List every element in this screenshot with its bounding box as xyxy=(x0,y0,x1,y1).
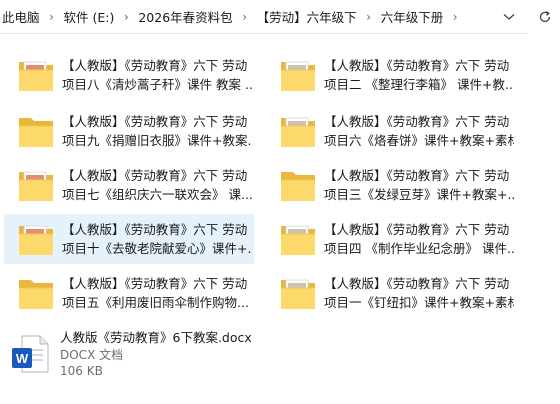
document-size: 106 KB xyxy=(60,364,103,378)
word-document-item[interactable]: W 人教版《劳动教育》6下教案.docx DOCX 文档 106 KB xyxy=(0,326,260,382)
folder-name-line-1: 【人教版】《劳动教育》六下 劳动 xyxy=(324,58,510,73)
folder-item[interactable]: 【人教版】《劳动教育》六下 劳动 项目七《组织庆六一联欢会》 课... xyxy=(4,160,254,210)
folder-name: 【人教版】《劳动教育》六下 劳动 项目八《清炒蒿子秆》课件 教案 ... xyxy=(62,56,252,94)
folder-item[interactable]: 【人教版】《劳动教育》六下 劳动 项目五《利用废旧雨伞制作购物... xyxy=(4,268,254,318)
chevron-right-icon[interactable]: › xyxy=(42,10,62,24)
folder-name-line-2: 项目五《利用废旧雨伞制作购物... xyxy=(62,295,249,310)
folder-name: 【人教版】《劳动教育》六下 劳动 项目三《发绿豆芽》课件+教案+... xyxy=(324,166,514,204)
folder-item[interactable]: 【人教版】《劳动教育》六下 劳动 项目一《钉纽扣》课件+教案+素材 xyxy=(266,268,516,318)
folder-name: 【人教版】《劳动教育》六下 劳动 项目九《捐赠旧衣服》课件+教案... xyxy=(62,112,252,150)
folder-icon xyxy=(281,172,315,201)
chevron-right-icon[interactable]: › xyxy=(116,10,136,24)
chevron-right-icon[interactable]: › xyxy=(445,10,465,24)
folder-name-line-1: 【人教版】《劳动教育》六下 劳动 xyxy=(324,114,510,129)
folder-item[interactable]: 【人教版】《劳动教育》六下 劳动 项目十《去敬老院献爱心》课件+... xyxy=(4,214,254,264)
folder-name-line-1: 【人教版】《劳动教育》六下 劳动 xyxy=(324,222,510,237)
folder-item[interactable]: 【人教版】《劳动教育》六下 劳动 项目四 《制作毕业纪念册》 课件... xyxy=(266,214,516,264)
folder-icon xyxy=(281,225,315,255)
folder-name-line-1: 【人教版】《劳动教育》六下 劳动 xyxy=(62,276,248,291)
folder-name-line-2: 项目六《烙春饼》课件+教案+素材 xyxy=(324,133,514,148)
folder-name-line-2: 项目八《清炒蒿子秆》课件 教案 ... xyxy=(62,77,252,92)
folder-name: 【人教版】《劳动教育》六下 劳动 项目六《烙春饼》课件+教案+素材 xyxy=(324,112,514,150)
folder-name: 【人教版】《劳动教育》六下 劳动 项目七《组织庆六一联欢会》 课... xyxy=(62,166,252,204)
folder-item[interactable]: 【人教版】《劳动教育》六下 劳动 项目六《烙春饼》课件+教案+素材 xyxy=(266,106,516,156)
folder-name: 【人教版】《劳动教育》六下 劳动 项目五《利用废旧雨伞制作购物... xyxy=(62,274,252,312)
folder-name-line-1: 【人教版】《劳动教育》六下 劳动 xyxy=(62,114,248,129)
folder-icon xyxy=(19,171,53,201)
folder-name-line-2: 项目一《钉纽扣》课件+教案+素材 xyxy=(324,295,514,310)
folder-icon xyxy=(281,61,315,91)
breadcrumb-this-pc[interactable]: 此电脑 xyxy=(0,7,42,26)
folder-item[interactable]: 【人教版】《劳动教育》六下 劳动 项目三《发绿豆芽》课件+教案+... xyxy=(266,160,516,210)
folder-name-line-2: 项目七《组织庆六一联欢会》 课... xyxy=(62,187,252,202)
chevron-down-icon xyxy=(503,13,515,20)
folder-name: 【人教版】《劳动教育》六下 劳动 项目十《去敬老院献爱心》课件+... xyxy=(62,220,252,258)
breadcrumb: 此电脑 › 软件 (E:) › 2026年春资料包 › 【劳动】六年级下 › 六… xyxy=(0,0,465,33)
folder-name: 【人教版】《劳动教育》六下 劳动 项目四 《制作毕业纪念册》 课件... xyxy=(324,220,514,258)
breadcrumb-drive[interactable]: 软件 (E:) xyxy=(62,7,117,26)
word-document-icon: W xyxy=(12,335,49,373)
folder-icon xyxy=(19,225,53,255)
breadcrumb-folder-3[interactable]: 六年级下册 xyxy=(379,7,446,26)
folder-name-line-1: 【人教版】《劳动教育》六下 劳动 xyxy=(324,276,510,291)
folder-icon xyxy=(19,61,53,91)
folder-name-line-2: 项目十《去敬老院献爱心》课件+... xyxy=(62,241,252,256)
folder-icon xyxy=(281,279,315,309)
breadcrumb-folder-2[interactable]: 【劳动】六年级下 xyxy=(255,7,359,26)
folder-name: 【人教版】《劳动教育》六下 劳动 项目二 《整理行李箱》 课件+教... xyxy=(324,56,514,94)
chevron-right-icon[interactable]: › xyxy=(235,10,255,24)
folder-name-line-1: 【人教版】《劳动教育》六下 劳动 xyxy=(62,222,248,237)
folder-icon xyxy=(281,117,315,147)
address-bar[interactable]: 此电脑 › 软件 (E:) › 2026年春资料包 › 【劳动】六年级下 › 六… xyxy=(0,0,528,34)
svg-text:W: W xyxy=(16,351,29,366)
folder-item[interactable]: 【人教版】《劳动教育》六下 劳动 项目八《清炒蒿子秆》课件 教案 ... xyxy=(4,50,254,100)
folder-name-line-2: 项目三《发绿豆芽》课件+教案+... xyxy=(324,187,514,202)
folder-item[interactable]: 【人教版】《劳动教育》六下 劳动 项目二 《整理行李箱》 课件+教... xyxy=(266,50,516,100)
folder-item[interactable]: 【人教版】《劳动教育》六下 劳动 项目九《捐赠旧衣服》课件+教案... xyxy=(4,106,254,156)
document-name: 人教版《劳动教育》6下教案.docx xyxy=(60,330,252,345)
folder-name-line-2: 项目四 《制作毕业纪念册》 课件... xyxy=(324,241,514,256)
refresh-button[interactable] xyxy=(530,0,560,33)
folder-name-line-2: 项目九《捐赠旧衣服》课件+教案... xyxy=(62,133,252,148)
breadcrumb-folder-1[interactable]: 2026年春资料包 xyxy=(136,7,234,26)
document-type: DOCX 文档 xyxy=(60,348,124,362)
folder-icon xyxy=(19,118,53,147)
refresh-icon xyxy=(539,10,551,22)
chevron-right-icon[interactable]: › xyxy=(359,10,379,24)
folder-name: 【人教版】《劳动教育》六下 劳动 项目一《钉纽扣》课件+教案+素材 xyxy=(324,274,514,312)
folder-icon xyxy=(19,280,53,309)
folder-name-line-2: 项目二 《整理行李箱》 课件+教... xyxy=(324,77,514,92)
address-dropdown-button[interactable] xyxy=(498,0,520,33)
folder-name-line-1: 【人教版】《劳动教育》六下 劳动 xyxy=(324,168,510,183)
folder-name-line-1: 【人教版】《劳动教育》六下 劳动 xyxy=(62,168,248,183)
folder-name-line-1: 【人教版】《劳动教育》六下 劳动 xyxy=(62,58,248,73)
